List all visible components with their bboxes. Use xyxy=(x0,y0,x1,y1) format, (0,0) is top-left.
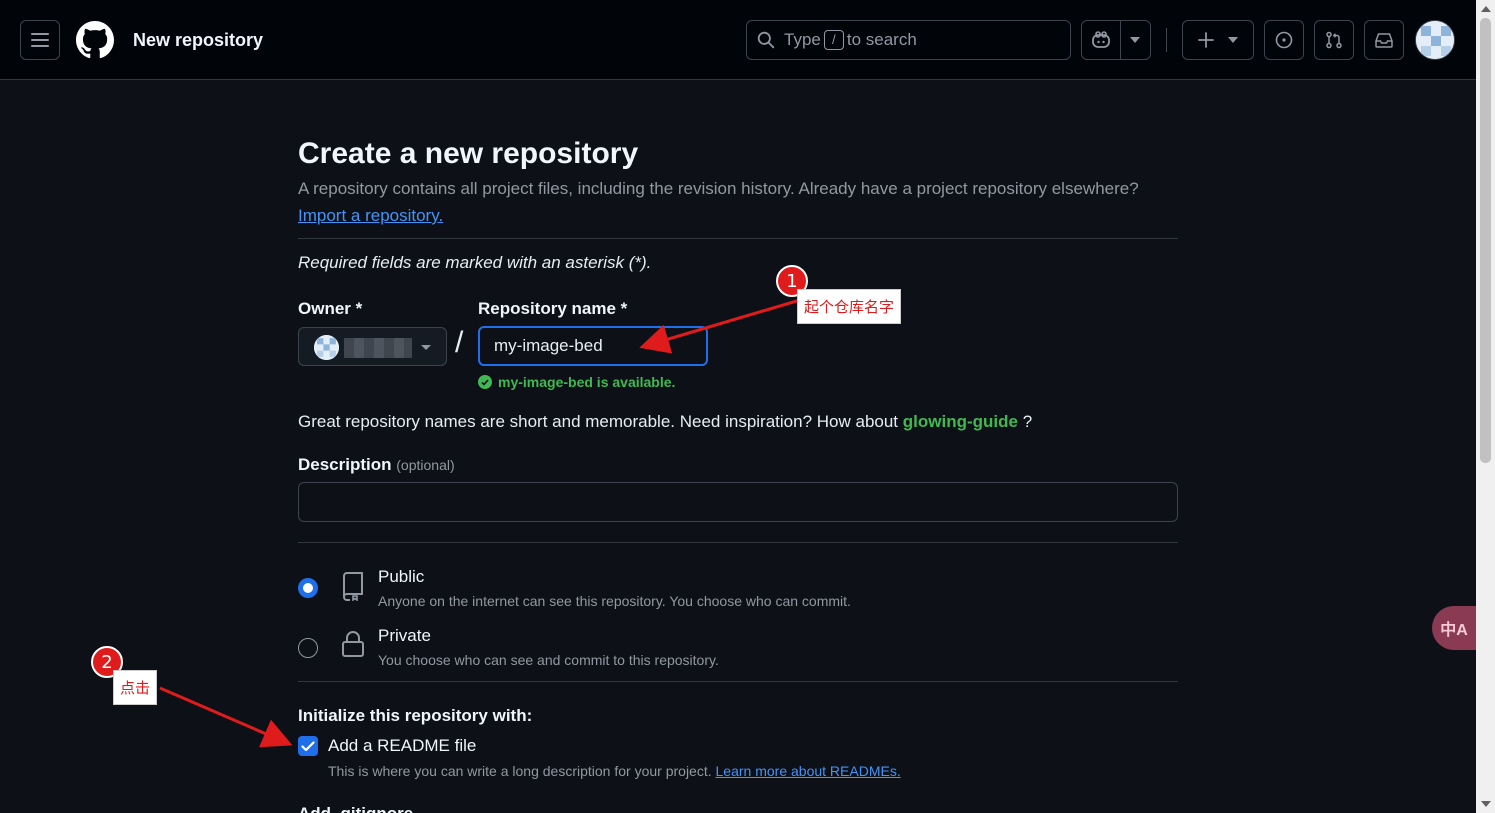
inbox-button[interactable] xyxy=(1364,20,1404,60)
readme-description-text: This is where you can write a long descr… xyxy=(328,763,712,779)
page-name: New repository xyxy=(133,30,264,50)
search-icon xyxy=(757,31,775,49)
divider xyxy=(298,681,1178,682)
chevron-down-icon xyxy=(421,345,431,350)
search-suffix: to search xyxy=(846,30,917,49)
description-label-text: Description xyxy=(298,455,392,474)
issues-button[interactable] xyxy=(1264,20,1304,60)
availability-message: my-image-bed is available. xyxy=(478,374,675,390)
page-title: Create a new repository xyxy=(298,137,639,170)
menu-button[interactable] xyxy=(20,20,60,60)
gitignore-heading: Add .gitignore xyxy=(298,804,413,813)
private-description: You choose who can see and commit to thi… xyxy=(378,652,719,668)
public-title: Public xyxy=(378,567,425,586)
pull-request-icon xyxy=(1326,31,1342,49)
optional-hint: (optional) xyxy=(396,457,455,473)
check-circle-icon xyxy=(478,375,492,389)
public-radio[interactable] xyxy=(298,578,318,598)
required-note: Required fields are marked with an aster… xyxy=(298,253,652,272)
readme-label[interactable]: Add a README file xyxy=(328,736,476,756)
owner-dropdown[interactable] xyxy=(298,327,447,366)
readme-description: This is where you can write a long descr… xyxy=(328,763,901,779)
owner-name-redacted xyxy=(344,338,412,358)
owner-avatar xyxy=(314,335,339,360)
owner-label: Owner * xyxy=(298,299,363,318)
user-avatar[interactable] xyxy=(1415,20,1455,60)
copilot-icon[interactable] xyxy=(1082,31,1120,49)
public-description: Anyone on the internet can see this repo… xyxy=(378,593,851,609)
page-scrollbar[interactable] xyxy=(1476,0,1495,813)
search-shortcut-key: / xyxy=(823,30,844,50)
copilot-dropdown-icon[interactable] xyxy=(1121,37,1150,43)
availability-text: my-image-bed is available. xyxy=(498,374,676,390)
checkmark-icon xyxy=(301,740,315,751)
issue-icon xyxy=(1275,31,1293,49)
scroll-down-icon[interactable] xyxy=(1481,801,1491,807)
plus-icon xyxy=(1198,32,1214,48)
top-header: New repository Type / to search xyxy=(0,0,1476,80)
learn-more-readmes-link[interactable]: Learn more about READMEs. xyxy=(716,763,901,779)
lock-icon xyxy=(342,631,364,657)
github-logo-icon[interactable] xyxy=(76,21,114,59)
annotation-arrow-2 xyxy=(159,686,293,748)
scroll-up-icon[interactable] xyxy=(1481,6,1491,12)
private-radio[interactable] xyxy=(298,638,318,658)
divider xyxy=(298,238,1178,239)
repo-name-label: Repository name * xyxy=(478,299,628,318)
inbox-icon xyxy=(1375,33,1393,48)
create-new-button[interactable] xyxy=(1182,20,1254,60)
repository-name-input[interactable] xyxy=(478,326,708,366)
chevron-down-icon xyxy=(1228,37,1238,43)
inspiration-suffix: ? xyxy=(1022,412,1033,431)
description-input[interactable] xyxy=(298,482,1178,522)
private-title: Private xyxy=(378,626,431,645)
readme-checkbox[interactable] xyxy=(298,736,318,756)
header-divider xyxy=(1166,28,1167,52)
import-repository-link[interactable]: Import a repository. xyxy=(298,206,443,226)
page-subtitle: A repository contains all project files,… xyxy=(298,179,1139,198)
initialize-title: Initialize this repository with: xyxy=(298,706,533,725)
inspiration-text: Great repository names are short and mem… xyxy=(298,412,1032,432)
divider xyxy=(298,542,1178,543)
inspiration-prefix: Great repository names are short and mem… xyxy=(298,412,899,431)
search-input[interactable]: Type / to search xyxy=(746,20,1071,60)
suggested-name-link[interactable]: glowing-guide xyxy=(903,412,1018,431)
annotation-note-2: 点击 xyxy=(113,670,158,705)
description-label: Description (optional) xyxy=(298,455,455,475)
translate-button[interactable]: 中A xyxy=(1432,606,1476,650)
annotation-arrows xyxy=(159,298,801,748)
search-prefix: Type xyxy=(784,30,821,49)
hamburger-icon xyxy=(31,33,49,47)
annotation-note-1: 起个仓库名字 xyxy=(797,289,902,324)
repo-icon xyxy=(342,572,363,601)
copilot-button-group[interactable] xyxy=(1081,20,1151,60)
pull-requests-button[interactable] xyxy=(1314,20,1354,60)
scroll-thumb[interactable] xyxy=(1480,18,1491,463)
owner-repo-separator: / xyxy=(455,326,464,359)
